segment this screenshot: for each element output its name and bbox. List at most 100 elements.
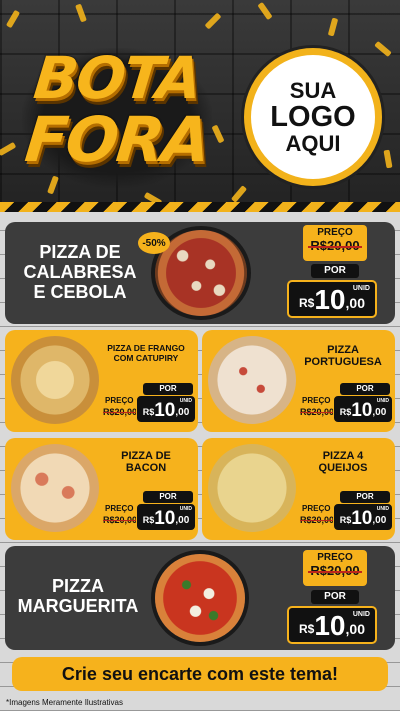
confetti-piece — [383, 149, 393, 169]
pizza-4-queijos-image — [208, 444, 296, 532]
por-label: POR — [340, 491, 390, 503]
confetti-piece — [0, 141, 17, 157]
product-card-bacon: PIZZA DE BACON POR PREÇO R$20,00 R$ 10 ,… — [5, 438, 198, 540]
new-price-box: R$ 10 ,00 UNID — [287, 606, 377, 644]
name-line: BACON — [125, 462, 167, 475]
title-line-2: FORA — [21, 103, 213, 176]
pizza-bacon-image — [11, 444, 99, 532]
name-line: PIZZA DE — [39, 242, 121, 262]
new-price-box: R$ 10 ,00 UNID — [136, 395, 196, 423]
confetti-piece — [204, 12, 222, 30]
name-line: E CEBOLA — [33, 282, 127, 303]
new-price-box: R$ 10 ,00 UNID — [287, 280, 377, 318]
old-price: R$20,00 — [103, 515, 138, 525]
currency: R$ — [299, 296, 315, 310]
por-label: POR — [311, 264, 359, 278]
price-decimal: ,00 — [372, 515, 387, 526]
unit-label: UNID — [179, 506, 192, 512]
price-decimal: ,00 — [372, 407, 387, 418]
name-line: CALABRESA — [23, 262, 137, 283]
por-label: POR — [340, 383, 390, 395]
old-price: R$20,00 — [300, 407, 335, 417]
hazard-stripe — [0, 202, 400, 212]
old-price: R$20,00 — [103, 407, 138, 417]
unit-label: UNID — [376, 398, 389, 404]
name-line: MARGUERITA — [17, 596, 139, 617]
logo-text-1: SUA — [289, 77, 337, 103]
unit-label: UNID — [352, 285, 370, 292]
old-price-label: PREÇO — [302, 504, 331, 513]
new-price-box: R$ 10 ,00 UNID — [333, 395, 393, 423]
new-price-box: R$ 10 ,00 UNID — [333, 503, 393, 531]
currency: R$ — [299, 622, 315, 636]
name-line: PIZZA DE FRANGO — [107, 343, 185, 353]
product-name: PIZZA MARGUERITA — [13, 576, 143, 616]
new-price-box: R$ 10 ,00 UNID — [136, 503, 196, 531]
confetti-piece — [230, 185, 248, 203]
currency: R$ — [142, 515, 155, 525]
old-price: R$20,00 — [303, 238, 367, 253]
old-price-label: PREÇO — [317, 227, 353, 238]
confetti-piece — [327, 17, 339, 37]
product-name: PIZZA 4 QUEIJOS — [294, 450, 392, 475]
name-line: PIZZA DE — [121, 450, 171, 462]
old-price-label: PREÇO — [105, 504, 134, 513]
price-integer: 10 — [314, 610, 346, 641]
unit-label: UNID — [179, 398, 192, 404]
disclaimer-text: *Imagens Meramente Ilustrativas — [6, 698, 123, 707]
price-integer: 10 — [154, 508, 176, 529]
old-price: R$20,00 — [303, 563, 367, 578]
product-card-4-queijos: PIZZA 4 QUEIJOS POR PREÇO R$20,00 R$ 10 … — [202, 438, 395, 540]
product-card-portuguesa: PIZZA PORTUGUESA POR PREÇO R$20,00 R$ 10… — [202, 330, 395, 432]
currency: R$ — [339, 407, 352, 417]
price-decimal: ,00 — [175, 515, 190, 526]
price-decimal: ,00 — [345, 295, 365, 311]
price-integer: 10 — [351, 400, 373, 421]
price-integer: 10 — [351, 508, 373, 529]
product-card-calabresa: PIZZA DE CALABRESA E CEBOLA PREÇO R$20,0… — [5, 222, 395, 324]
name-line: PIZZA — [52, 576, 104, 596]
name-line: COM CATUPIRY — [113, 352, 179, 363]
header-banner: BOTA FORA SUA LOGO AQUI — [0, 0, 400, 215]
unit-label: UNID — [352, 611, 370, 618]
name-line: PIZZA 4 — [322, 450, 364, 462]
price-decimal: ,00 — [345, 621, 365, 637]
currency: R$ — [339, 515, 352, 525]
price-decimal: ,00 — [175, 407, 190, 418]
name-line: PIZZA — [327, 344, 359, 356]
confetti-piece — [75, 3, 87, 23]
por-label: POR — [143, 491, 193, 503]
price-integer: 10 — [314, 284, 346, 315]
pizza-marguerita-image — [155, 554, 245, 642]
por-label: POR — [143, 383, 193, 395]
product-name: PIZZA DE FRANGO COM CATUPIRY — [95, 343, 197, 363]
logo-placeholder: SUA LOGO AQUI — [244, 48, 382, 186]
product-name: PIZZA DE CALABRESA E CEBOLA — [15, 242, 145, 302]
confetti-piece — [5, 9, 21, 29]
currency: R$ — [142, 407, 155, 417]
unit-label: UNID — [376, 506, 389, 512]
confetti-piece — [211, 124, 225, 144]
price-integer: 10 — [154, 400, 176, 421]
old-price-box: PREÇO R$20,00 — [303, 225, 367, 261]
old-price-label: PREÇO — [105, 396, 134, 405]
pizza-frango-image — [11, 336, 99, 424]
pizza-portuguesa-image — [208, 336, 296, 424]
cta-banner: Crie seu encarte com este tema! — [12, 657, 388, 691]
old-price: R$20,00 — [300, 515, 335, 525]
product-name: PIZZA DE BACON — [97, 450, 195, 475]
product-name: PIZZA PORTUGUESA — [294, 344, 392, 369]
product-card-marguerita: PIZZA MARGUERITA PREÇO R$20,00 POR R$ 10… — [5, 546, 395, 650]
title-line-1: BOTA — [30, 44, 204, 112]
name-line: QUEIJOS — [318, 462, 368, 475]
old-price-box: PREÇO R$20,00 — [303, 550, 367, 586]
logo-text-3: AQUI — [285, 131, 341, 157]
name-line: PORTUGUESA — [304, 356, 382, 369]
discount-badge: -50% — [138, 232, 170, 254]
por-label: POR — [311, 590, 359, 604]
confetti-piece — [374, 40, 392, 58]
logo-text-2: LOGO — [270, 100, 356, 133]
confetti-piece — [257, 1, 273, 21]
old-price-label: PREÇO — [302, 396, 331, 405]
old-price-label: PREÇO — [317, 552, 353, 563]
